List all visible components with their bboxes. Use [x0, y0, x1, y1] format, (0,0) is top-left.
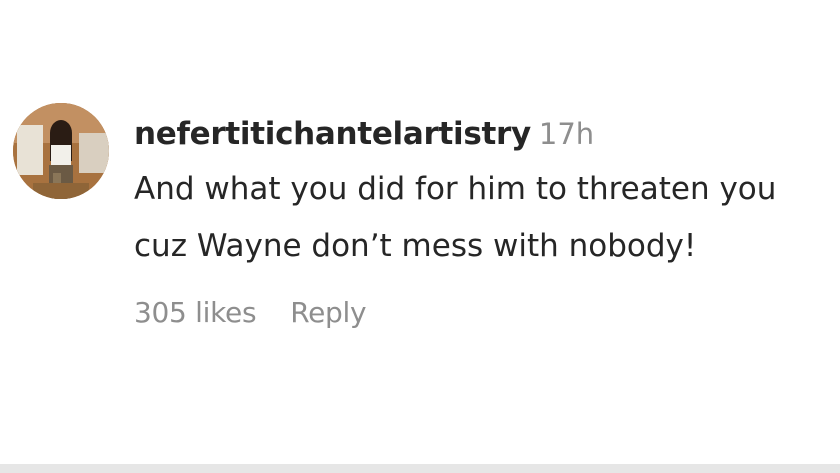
likes-count[interactable]: 305 likes [134, 296, 257, 329]
avatar[interactable] [13, 103, 109, 199]
comment-body: nefertitichantelartistry 17h And what you… [134, 110, 834, 333]
comment-header: nefertitichantelartistry 17h [134, 110, 834, 158]
comment-actions: 305 likes Reply [134, 293, 834, 333]
bottom-divider [0, 464, 840, 473]
comment-text: And what you did for him to threaten you… [134, 171, 777, 264]
avatar-photo-icon [13, 103, 109, 199]
comment-timestamp[interactable]: 17h [539, 117, 594, 151]
username-link[interactable]: nefertitichantelartistry [134, 116, 531, 152]
comment-screenshot: nefertitichantelartistry 17h And what you… [0, 0, 840, 473]
reply-button[interactable]: Reply [290, 296, 366, 329]
